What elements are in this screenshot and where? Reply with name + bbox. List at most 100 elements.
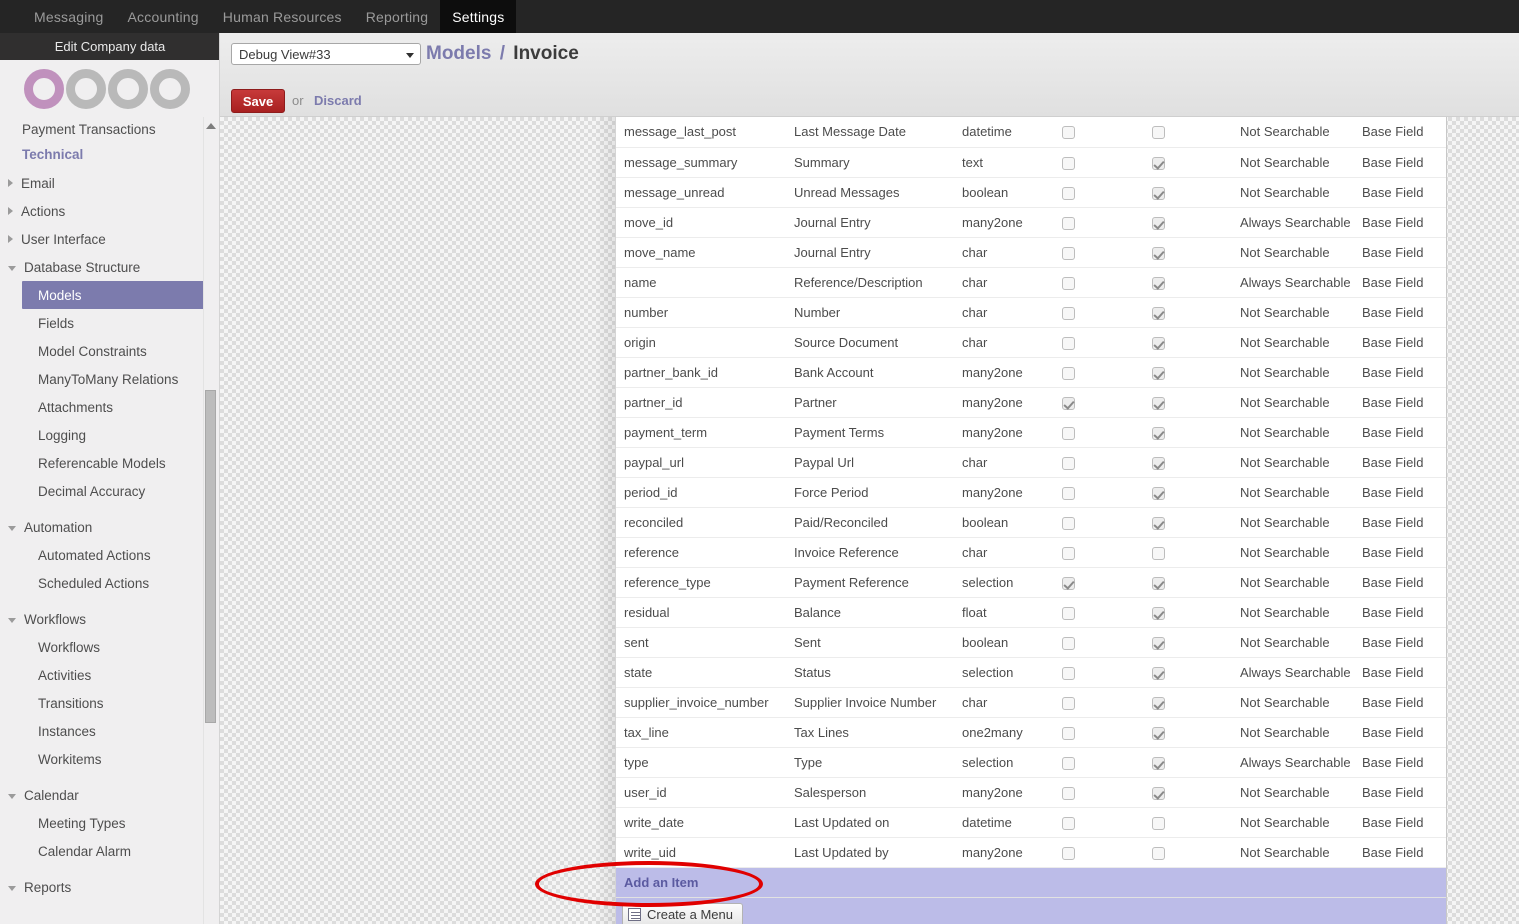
table-row[interactable]: type Type selection Always Searchable Base F…: [616, 747, 1446, 778]
sidebar-group-email[interactable]: Email: [0, 169, 219, 197]
required-checkbox[interactable]: [1062, 306, 1075, 320]
sidebar-item-workitems[interactable]: Workitems: [0, 745, 219, 773]
required-checkbox[interactable]: [1062, 276, 1075, 290]
table-row[interactable]: sent Sent boolean Not Searchable Base Field: [616, 627, 1446, 658]
cell-delete[interactable]: [1444, 237, 1446, 268]
sidebar-item-activities[interactable]: Activities: [0, 661, 219, 689]
required-checkbox[interactable]: [1062, 816, 1075, 830]
sidebar-item-scheduled-actions[interactable]: Scheduled Actions: [0, 569, 219, 597]
scroll-up-arrow-icon[interactable]: [206, 123, 216, 129]
readonly-checkbox[interactable]: [1152, 366, 1165, 380]
readonly-checkbox[interactable]: [1152, 126, 1165, 140]
cell-delete[interactable]: [1444, 387, 1446, 418]
discard-button[interactable]: Discard: [314, 93, 362, 108]
sidebar-item-transitions[interactable]: Transitions: [0, 689, 219, 717]
table-row[interactable]: payment_term Payment Terms many2one Not Sea…: [616, 417, 1446, 448]
required-checkbox[interactable]: [1062, 786, 1075, 800]
sidebar-item-logging[interactable]: Logging: [0, 421, 219, 449]
table-row[interactable]: reconciled Paid/Reconciled boolean Not Sear…: [616, 507, 1446, 538]
readonly-checkbox[interactable]: [1152, 486, 1165, 500]
readonly-checkbox[interactable]: [1152, 456, 1165, 470]
cell-delete[interactable]: [1444, 207, 1446, 238]
readonly-checkbox[interactable]: [1152, 666, 1165, 680]
cell-delete[interactable]: [1444, 807, 1446, 838]
nav-item-accounting[interactable]: Accounting: [116, 0, 211, 33]
required-checkbox[interactable]: [1062, 756, 1075, 770]
required-checkbox[interactable]: [1062, 396, 1075, 410]
create-a-menu-button[interactable]: Create a Menu: [622, 903, 743, 924]
sidebar-item-calendar-alarm[interactable]: Calendar Alarm: [0, 837, 219, 865]
cell-delete[interactable]: [1444, 417, 1446, 448]
sidebar-item-manytomany-relations[interactable]: ManyToMany Relations: [0, 365, 219, 393]
sidebar-item-automated-actions[interactable]: Automated Actions: [0, 541, 219, 569]
readonly-checkbox[interactable]: [1152, 156, 1165, 170]
readonly-checkbox[interactable]: [1152, 696, 1165, 710]
table-row[interactable]: paypal_url Paypal Url char Not Searchable Ba…: [616, 447, 1446, 478]
sidebar-item-meeting-types[interactable]: Meeting Types: [0, 809, 219, 837]
table-row[interactable]: tax_line Tax Lines one2many Not Searchable B…: [616, 717, 1446, 748]
sidebar-item-workflows[interactable]: Workflows: [0, 633, 219, 661]
readonly-checkbox[interactable]: [1152, 786, 1165, 800]
cell-delete[interactable]: [1444, 477, 1446, 508]
readonly-checkbox[interactable]: [1152, 306, 1165, 320]
required-checkbox[interactable]: [1062, 636, 1075, 650]
cell-delete[interactable]: [1444, 537, 1446, 568]
required-checkbox[interactable]: [1062, 216, 1075, 230]
cell-delete[interactable]: [1444, 267, 1446, 298]
nav-item-settings[interactable]: Settings: [440, 0, 517, 33]
nav-item-human-resources[interactable]: Human Resources: [211, 0, 354, 33]
sidebar-scrollbar[interactable]: [203, 117, 219, 924]
cell-delete[interactable]: [1444, 597, 1446, 628]
table-row[interactable]: message_summary Summary text Not Searchable…: [616, 147, 1446, 178]
table-row[interactable]: user_id Salesperson many2one Not Searchable…: [616, 777, 1446, 808]
nav-item-reporting[interactable]: Reporting: [354, 0, 441, 33]
progress-ring-2[interactable]: [66, 68, 106, 109]
sidebar-group-workflows[interactable]: Workflows: [0, 605, 219, 633]
readonly-checkbox[interactable]: [1152, 396, 1165, 410]
sidebar-group-automation[interactable]: Automation: [0, 513, 219, 541]
table-row[interactable]: write_uid Last Updated by many2one Not Sear…: [616, 837, 1446, 868]
nav-item-messaging[interactable]: Messaging: [22, 0, 116, 33]
table-row[interactable]: reference Invoice Reference char Not Search…: [616, 537, 1446, 568]
readonly-checkbox[interactable]: [1152, 606, 1165, 620]
cell-delete[interactable]: [1444, 657, 1446, 688]
required-checkbox[interactable]: [1062, 336, 1075, 350]
edit-company-data-banner[interactable]: Edit Company data: [0, 33, 219, 60]
table-row[interactable]: move_id Journal Entry many2one Always Searc…: [616, 207, 1446, 238]
required-checkbox[interactable]: [1062, 486, 1075, 500]
sidebar-group-calendar[interactable]: Calendar: [0, 781, 219, 809]
table-row[interactable]: move_name Journal Entry char Not Searchable…: [616, 237, 1446, 268]
required-checkbox[interactable]: [1062, 666, 1075, 680]
cell-delete[interactable]: [1444, 357, 1446, 388]
cell-delete[interactable]: [1444, 447, 1446, 478]
readonly-checkbox[interactable]: [1152, 756, 1165, 770]
required-checkbox[interactable]: [1062, 426, 1075, 440]
readonly-checkbox[interactable]: [1152, 816, 1165, 830]
table-row[interactable]: message_unread Unread Messages boolean Not …: [616, 177, 1446, 208]
table-row[interactable]: state Status selection Always Searchable Bas…: [616, 657, 1446, 688]
sidebar-item-referencable-models[interactable]: Referencable Models: [0, 449, 219, 477]
required-checkbox[interactable]: [1062, 606, 1075, 620]
readonly-checkbox[interactable]: [1152, 276, 1165, 290]
cell-delete[interactable]: [1444, 147, 1446, 178]
cell-delete[interactable]: [1444, 627, 1446, 658]
add-an-item-link[interactable]: Add an Item: [624, 875, 698, 890]
table-row[interactable]: residual Balance float Not Searchable Base F…: [616, 597, 1446, 628]
cell-delete[interactable]: [1444, 117, 1446, 148]
readonly-checkbox[interactable]: [1152, 216, 1165, 230]
sidebar-item-models[interactable]: Models: [22, 281, 206, 309]
table-row[interactable]: message_last_post Last Message Date dateti…: [616, 117, 1446, 148]
readonly-checkbox[interactable]: [1152, 336, 1165, 350]
table-row[interactable]: period_id Force Period many2one Not Searcha…: [616, 477, 1446, 508]
readonly-checkbox[interactable]: [1152, 636, 1165, 650]
progress-ring-4[interactable]: [150, 68, 190, 109]
table-row[interactable]: partner_id Partner many2one Not Searchable B…: [616, 387, 1446, 418]
table-row[interactable]: reference_type Payment Reference selection…: [616, 567, 1446, 598]
sidebar-item-model-constraints[interactable]: Model Constraints: [0, 337, 219, 365]
required-checkbox[interactable]: [1062, 126, 1075, 140]
cell-delete[interactable]: [1444, 837, 1446, 868]
readonly-checkbox[interactable]: [1152, 546, 1165, 560]
cell-delete[interactable]: [1444, 717, 1446, 748]
readonly-checkbox[interactable]: [1152, 426, 1165, 440]
required-checkbox[interactable]: [1062, 456, 1075, 470]
